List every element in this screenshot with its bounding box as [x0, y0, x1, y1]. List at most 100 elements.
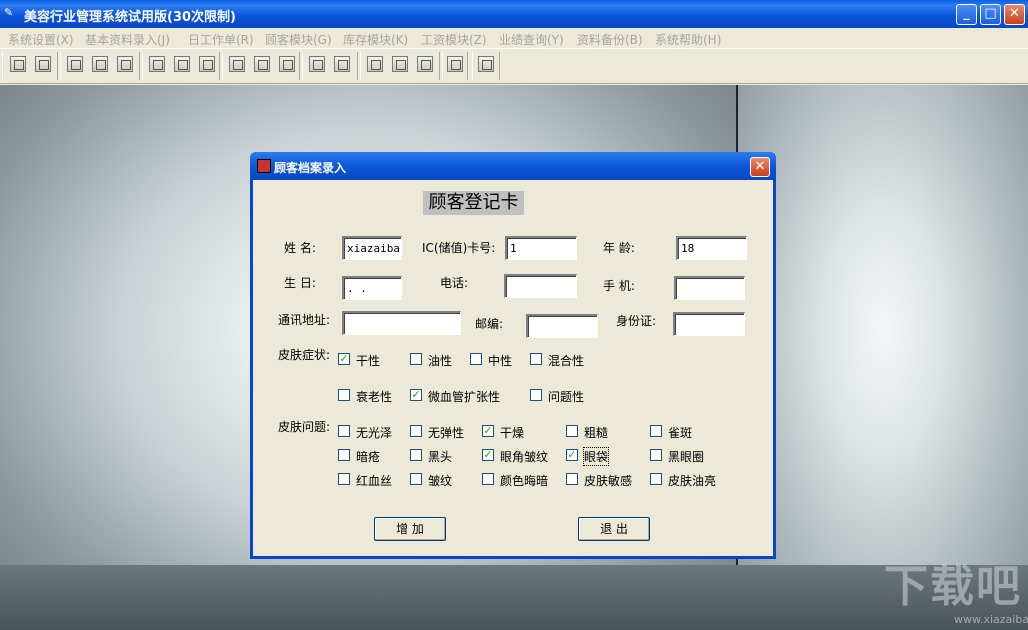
dialog-close-button[interactable]: ✕ — [750, 157, 770, 177]
problem-sensitive-checkbox[interactable]: 皮肤敏感 — [566, 472, 646, 488]
checkbox-box[interactable] — [566, 425, 578, 437]
list-icon[interactable] — [330, 53, 354, 75]
checkbox-box[interactable] — [338, 425, 350, 437]
info-icon[interactable] — [474, 53, 498, 75]
symptom-mixed-checkbox[interactable]: 混合性 — [530, 352, 590, 368]
checkbox-box[interactable] — [470, 353, 482, 365]
search-icon[interactable] — [145, 53, 169, 75]
checkbox-box[interactable] — [650, 449, 662, 461]
problem-dry-checkbox[interactable]: ✓ 干燥 — [482, 424, 542, 440]
checkbox-box[interactable] — [410, 353, 422, 365]
menu-basic-data[interactable]: 基本资料录入(J) — [85, 31, 170, 48]
tools-icon[interactable] — [413, 53, 437, 75]
problem-dull-color-checkbox[interactable]: 颜色晦暗 — [482, 472, 562, 488]
menu-daily-worksheet[interactable]: 日工作单(R) — [188, 31, 254, 48]
exit-button[interactable]: 退 出 — [578, 517, 650, 541]
checkbox-box[interactable] — [650, 425, 662, 437]
problem-eye-bags-checkbox[interactable]: ✓ 眼袋 — [566, 447, 626, 466]
checkbox-label: 黑头 — [428, 450, 453, 464]
add-button[interactable]: 增 加 — [374, 517, 446, 541]
problem-dull-checkbox[interactable]: 无光泽 — [338, 424, 398, 440]
title-bar: ✎ 美容行业管理系统试用版(30次限制) _ □ ✕ — [0, 0, 1028, 28]
print-icon[interactable] — [443, 53, 467, 75]
menu-system-settings[interactable]: 系统设置(X) — [8, 31, 74, 48]
name-field[interactable]: xiazaiba — [342, 236, 402, 260]
menu-customer[interactable]: 顾客模块(G) — [265, 31, 332, 48]
record-icon[interactable] — [195, 53, 219, 75]
problem-rough-checkbox[interactable]: 粗糙 — [566, 424, 626, 440]
document-icon[interactable] — [113, 53, 137, 75]
problem-crows-feet-checkbox[interactable]: ✓ 眼角皱纹 — [482, 448, 562, 464]
return-icon[interactable] — [63, 53, 87, 75]
symptom-problematic-checkbox[interactable]: 问题性 — [530, 388, 590, 404]
checkbox-box[interactable] — [410, 449, 422, 461]
checkbox-box[interactable] — [566, 473, 578, 485]
watermark-url: www.xiazaiba.com — [954, 613, 1028, 626]
birthday-field[interactable]: . . — [342, 276, 402, 300]
checkbox-box[interactable]: ✓ — [410, 389, 422, 401]
symptom-telangiectasia-checkbox[interactable]: ✓ 微血管扩张性 — [410, 388, 510, 404]
phone-field[interactable] — [504, 274, 577, 298]
transfer-icon[interactable] — [225, 53, 249, 75]
minimize-button[interactable]: _ — [956, 4, 977, 25]
checkbox-box[interactable]: ✓ — [566, 449, 578, 461]
close-button[interactable]: ✕ — [1004, 4, 1025, 25]
problem-freckles-checkbox[interactable]: 雀斑 — [650, 424, 710, 440]
checkbox-label: 问题性 — [548, 390, 585, 404]
checkbox-box[interactable] — [530, 389, 542, 401]
ic-card-field[interactable]: 1 — [505, 236, 577, 260]
id-card-label: 身份证: — [616, 314, 657, 328]
chart-icon[interactable] — [363, 53, 387, 75]
menu-salary[interactable]: 工资模块(Z) — [421, 31, 487, 48]
problem-red-veins-checkbox[interactable]: 红血丝 — [338, 472, 398, 488]
problem-oily-shine-checkbox[interactable]: 皮肤油亮 — [650, 472, 730, 488]
import-icon[interactable] — [6, 53, 30, 75]
stamp-icon[interactable] — [388, 53, 412, 75]
image-icon[interactable] — [170, 53, 194, 75]
symptom-oily-checkbox[interactable]: 油性 — [410, 352, 460, 368]
problem-inelastic-checkbox[interactable]: 无弹性 — [410, 424, 470, 440]
checkbox-label: 粗糙 — [584, 426, 609, 440]
calculator-icon[interactable] — [250, 53, 274, 75]
checkbox-label: 微血管扩张性 — [428, 390, 501, 404]
form-heading: 顾客登记卡 — [423, 191, 524, 215]
edit-icon[interactable] — [88, 53, 112, 75]
postcode-label: 邮编: — [475, 317, 504, 331]
symptom-aging-checkbox[interactable]: 衰老性 — [338, 388, 398, 404]
age-field[interactable]: 18 — [676, 236, 747, 260]
checkbox-label: 皱纹 — [428, 474, 453, 488]
menu-backup[interactable]: 资料备份(B) — [577, 31, 643, 48]
checkbox-box[interactable] — [650, 473, 662, 485]
postcode-field[interactable] — [526, 314, 598, 338]
problem-acne-checkbox[interactable]: 暗疮 — [338, 448, 398, 464]
hand-icon[interactable] — [305, 53, 329, 75]
problem-wrinkles-checkbox[interactable]: 皱纹 — [410, 472, 470, 488]
address-field[interactable] — [342, 311, 461, 335]
checkbox-box[interactable] — [482, 473, 494, 485]
maximize-button[interactable]: □ — [980, 4, 1001, 25]
notes-icon[interactable] — [275, 53, 299, 75]
checkbox-box[interactable]: ✓ — [482, 449, 494, 461]
checkbox-box[interactable]: ✓ — [482, 425, 494, 437]
checkbox-box[interactable] — [338, 449, 350, 461]
symptom-dry-checkbox[interactable]: ✓ 干性 — [338, 352, 388, 368]
dialog-app-icon — [257, 159, 271, 173]
dialog-body: 顾客登记卡 姓 名: xiazaiba IC(储值)卡号: 1 年 龄: 18 … — [253, 180, 773, 556]
skin-problem-label: 皮肤问题: — [278, 420, 331, 434]
checkbox-box[interactable] — [410, 473, 422, 485]
symptom-neutral-checkbox[interactable]: 中性 — [470, 352, 520, 368]
id-card-field[interactable] — [673, 312, 745, 336]
checkbox-box[interactable] — [410, 425, 422, 437]
menu-performance[interactable]: 业绩查询(Y) — [499, 31, 564, 48]
mobile-label: 手 机: — [603, 279, 635, 293]
checkbox-box[interactable] — [338, 389, 350, 401]
menu-inventory[interactable]: 库存模块(K) — [343, 31, 408, 48]
problem-dark-circles-checkbox[interactable]: 黑眼圈 — [650, 448, 710, 464]
problem-blackheads-checkbox[interactable]: 黑头 — [410, 448, 470, 464]
checkbox-box[interactable] — [338, 473, 350, 485]
checkbox-box[interactable] — [530, 353, 542, 365]
lock-icon[interactable] — [31, 53, 55, 75]
checkbox-box[interactable]: ✓ — [338, 353, 350, 365]
mobile-field[interactable] — [674, 276, 745, 300]
menu-help[interactable]: 系统帮助(H) — [655, 31, 721, 48]
